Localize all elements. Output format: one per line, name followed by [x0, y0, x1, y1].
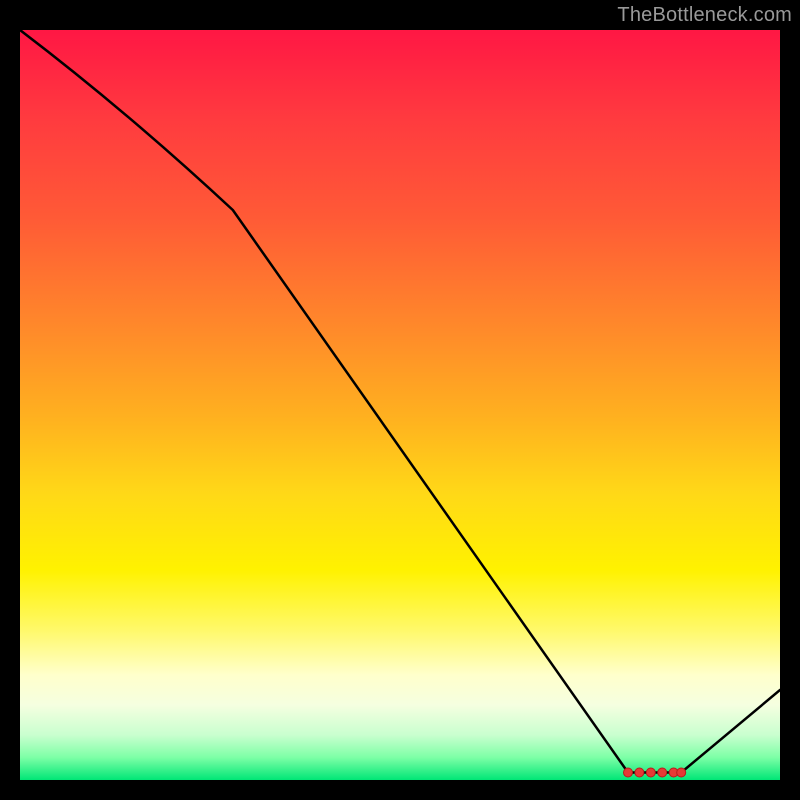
marker-dot — [658, 768, 667, 777]
marker-dot — [677, 768, 686, 777]
marker-dot — [624, 768, 633, 777]
marker-dot — [635, 768, 644, 777]
marker-dot — [646, 768, 655, 777]
flat-region-markers — [624, 768, 686, 777]
chart-root: TheBottleneck.com — [0, 0, 800, 800]
attribution-label: TheBottleneck.com — [617, 4, 792, 27]
curve-line — [20, 30, 780, 773]
plot-overlay — [20, 30, 780, 780]
